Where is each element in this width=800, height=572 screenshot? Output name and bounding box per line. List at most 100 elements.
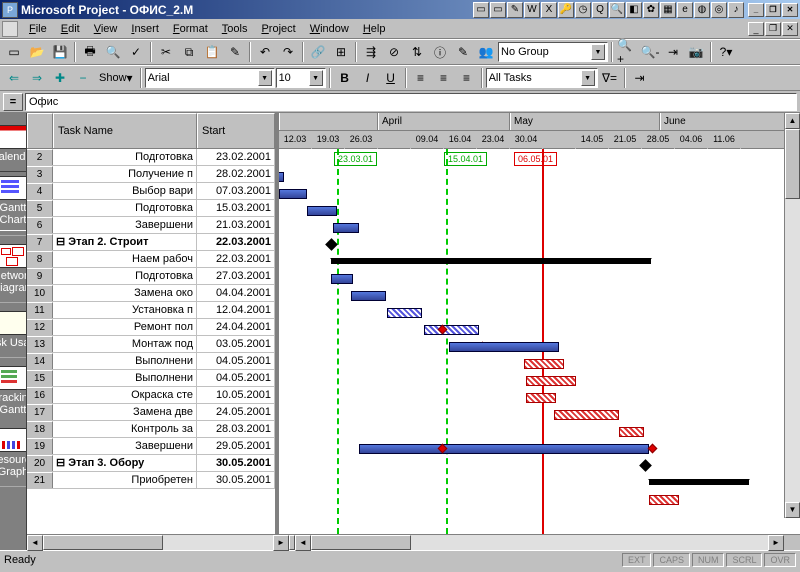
menu-insert[interactable]: Insert: [124, 21, 166, 37]
assign-button[interactable]: 👥: [475, 41, 497, 63]
row-number[interactable]: 19: [27, 438, 53, 454]
task-name-cell[interactable]: Монтаж под: [53, 336, 197, 352]
row-number[interactable]: 8: [27, 251, 53, 267]
task-bar[interactable]: [619, 427, 644, 437]
start-cell[interactable]: 27.03.2001: [197, 268, 275, 284]
task-bar[interactable]: [279, 189, 307, 199]
align-center-button[interactable]: ≡: [433, 67, 455, 89]
format-button[interactable]: ✎: [224, 41, 246, 63]
view-res[interactable]: Resource Graph: [0, 424, 27, 482]
milestone-icon[interactable]: [325, 238, 338, 251]
nav-fwd-button[interactable]: ⇒: [26, 67, 48, 89]
task-name-cell[interactable]: Подготовка: [53, 149, 197, 165]
row-number[interactable]: 5: [27, 200, 53, 216]
split-button[interactable]: ⇅: [406, 41, 428, 63]
notes-button[interactable]: ✎: [452, 41, 474, 63]
mdi-close[interactable]: ✕: [782, 22, 798, 36]
menu-format[interactable]: Format: [166, 21, 215, 37]
bold-button[interactable]: B: [334, 67, 356, 89]
filter-combo[interactable]: All Tasks▼: [486, 68, 598, 88]
tray-icon[interactable]: ▭: [473, 2, 489, 18]
start-cell[interactable]: 24.04.2001: [197, 319, 275, 335]
task-name-cell[interactable]: Выполнени: [53, 370, 197, 386]
scroll-left-button-2[interactable]: ◄: [295, 535, 311, 551]
task-bar[interactable]: [424, 325, 479, 335]
task-name-cell[interactable]: Получение п: [53, 166, 197, 182]
zoomout-button[interactable]: 🔍-: [639, 41, 661, 63]
goto-button[interactable]: ⇥: [662, 41, 684, 63]
scroll-left-button[interactable]: ◄: [27, 535, 43, 551]
copy-button[interactable]: ⧉: [178, 41, 200, 63]
tray-icon[interactable]: ▦: [660, 2, 676, 18]
view-task[interactable]: Task Usage: [0, 307, 27, 353]
table-row[interactable]: 4Выбор вари07.03.2001: [27, 183, 275, 200]
row-number[interactable]: 20: [27, 455, 53, 471]
redo-button[interactable]: ↷: [277, 41, 299, 63]
task-name-cell[interactable]: Ремонт пол: [53, 319, 197, 335]
menu-tools[interactable]: Tools: [215, 21, 255, 37]
row-number[interactable]: 12: [27, 319, 53, 335]
nav-back-button[interactable]: ⇐: [3, 67, 25, 89]
go-button[interactable]: ⇶: [360, 41, 382, 63]
task-name-cell[interactable]: Завершени: [53, 438, 197, 454]
task-name-cell[interactable]: ⊟ Этап 2. Строит: [53, 234, 197, 250]
horizontal-scrollbar[interactable]: ◄ ► ◄ ►: [27, 534, 800, 550]
task-name-cell[interactable]: ⊟ Этап 3. Обору: [53, 455, 197, 471]
scroll-down-button[interactable]: ▼: [785, 502, 800, 518]
tray-icon[interactable]: ✿: [643, 2, 659, 18]
task-bar[interactable]: [526, 393, 556, 403]
task-name-cell[interactable]: Завершени: [53, 217, 197, 233]
start-cell[interactable]: 28.02.2001: [197, 166, 275, 182]
start-cell[interactable]: 28.03.2001: [197, 421, 275, 437]
mdi-minimize[interactable]: _: [748, 22, 764, 36]
equals-button[interactable]: =: [3, 93, 23, 111]
task-name-cell[interactable]: Окраска сте: [53, 387, 197, 403]
table-row[interactable]: 7⊟ Этап 2. Строит22.03.2001: [27, 234, 275, 251]
start-cell[interactable]: 10.05.2001: [197, 387, 275, 403]
tray-icon[interactable]: X: [541, 2, 557, 18]
table-row[interactable]: 12Ремонт пол24.04.2001: [27, 319, 275, 336]
scroll-up-button[interactable]: ▲: [785, 113, 800, 129]
table-row[interactable]: 15Выполнени04.05.2001: [27, 370, 275, 387]
table-row[interactable]: 21Приобретен30.05.2001: [27, 472, 275, 489]
row-number[interactable]: 18: [27, 421, 53, 437]
outdent-button[interactable]: ✚: [49, 67, 71, 89]
undo-button[interactable]: ↶: [254, 41, 276, 63]
gantt-chart[interactable]: AprilMayJune 12.0319.0326.0309.0416.0423…: [279, 113, 800, 534]
row-number[interactable]: 14: [27, 353, 53, 369]
row-number[interactable]: 15: [27, 370, 53, 386]
table-row[interactable]: 10Замена око04.04.2001: [27, 285, 275, 302]
table-row[interactable]: 16Окраска сте10.05.2001: [27, 387, 275, 404]
group-combo[interactable]: No Group▼: [498, 42, 608, 62]
task-name-cell[interactable]: Подготовка: [53, 200, 197, 216]
milestone-icon[interactable]: [639, 459, 652, 472]
new-button[interactable]: ▭: [3, 41, 25, 63]
tray-icon[interactable]: ◧: [626, 2, 642, 18]
start-cell[interactable]: 30.05.2001: [197, 472, 275, 488]
scroll-thumb[interactable]: [311, 535, 411, 550]
table-row[interactable]: 2Подготовка23.02.2001: [27, 149, 275, 166]
show-button[interactable]: Show ▾: [95, 67, 137, 89]
minimize-button[interactable]: _: [748, 3, 764, 17]
tray-icon[interactable]: ♪: [728, 2, 744, 18]
task-name-cell[interactable]: Выбор вари: [53, 183, 197, 199]
start-cell[interactable]: 15.03.2001: [197, 200, 275, 216]
task-bar[interactable]: [307, 206, 337, 216]
mdi-restore[interactable]: ❐: [765, 22, 781, 36]
spell-button[interactable]: ✓: [125, 41, 147, 63]
view-cal[interactable]: Calendar: [0, 121, 27, 167]
start-cell[interactable]: 04.04.2001: [197, 285, 275, 301]
table-row[interactable]: 8Наем рабоч22.03.2001: [27, 251, 275, 268]
task-name-cell[interactable]: Выполнени: [53, 353, 197, 369]
start-cell[interactable]: 04.05.2001: [197, 353, 275, 369]
cut-button[interactable]: ✂: [155, 41, 177, 63]
table-row[interactable]: 6Завершени21.03.2001: [27, 217, 275, 234]
rownum-header[interactable]: [27, 113, 53, 148]
start-cell[interactable]: 04.05.2001: [197, 370, 275, 386]
menu-project[interactable]: Project: [254, 21, 302, 37]
row-number[interactable]: 16: [27, 387, 53, 403]
table-row[interactable]: 20⊟ Этап 3. Обору30.05.2001: [27, 455, 275, 472]
row-number[interactable]: 10: [27, 285, 53, 301]
camera-button[interactable]: 📷: [685, 41, 707, 63]
vertical-scrollbar[interactable]: ▲ ▼: [784, 113, 800, 518]
